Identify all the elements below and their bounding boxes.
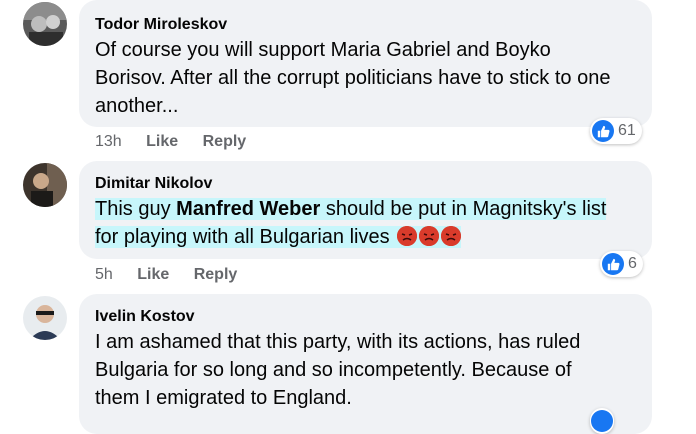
comment-text: Of course you will support Maria Gabriel… <box>95 39 611 117</box>
like-button[interactable]: Like <box>146 133 178 151</box>
comment-bubble: Ivelin Kostov I am ashamed that this par… <box>79 294 652 434</box>
comment-text: This guy Manfred Weber should be put in … <box>95 195 635 251</box>
angry-face-icon <box>397 226 418 246</box>
angry-face-icon <box>419 226 440 246</box>
comment-bubble: Todor Miroleskov Of course you will supp… <box>79 0 652 127</box>
comment-text: I am ashamed that this party, with its a… <box>95 331 581 409</box>
avatar[interactable] <box>23 163 67 207</box>
thumbs-up-icon <box>592 120 614 142</box>
comment-author[interactable]: Ivelin Kostov <box>95 308 195 326</box>
reply-button[interactable]: Reply <box>194 266 238 284</box>
mention-link[interactable]: Manfred Weber <box>176 198 321 220</box>
comment-timestamp[interactable]: 13h <box>95 133 122 151</box>
reaction-summary[interactable]: 61 <box>590 118 642 144</box>
thumbs-up-icon <box>602 253 624 275</box>
comment-text-pre: This guy <box>95 198 177 220</box>
comment-author[interactable]: Dimitar Nikolov <box>95 175 212 193</box>
comment-author[interactable]: Todor Miroleskov <box>95 16 227 34</box>
reply-button[interactable]: Reply <box>203 133 247 151</box>
comment-actions: 5h Like Reply <box>95 266 237 284</box>
angry-face-icon <box>441 226 462 246</box>
comment-actions: 13h Like Reply <box>95 133 246 151</box>
reaction-summary[interactable] <box>590 408 614 434</box>
comment-bubble: Dimitar Nikolov This guy Manfred Weber s… <box>79 161 652 259</box>
reaction-count: 61 <box>618 122 636 139</box>
reaction-summary[interactable]: 6 <box>600 251 643 277</box>
avatar[interactable] <box>23 2 67 46</box>
comment-timestamp[interactable]: 5h <box>95 266 113 284</box>
thumbs-up-icon <box>591 410 613 432</box>
emoji-group <box>395 226 462 248</box>
avatar[interactable] <box>23 296 67 340</box>
like-button[interactable]: Like <box>137 266 169 284</box>
reaction-count: 6 <box>628 255 637 272</box>
